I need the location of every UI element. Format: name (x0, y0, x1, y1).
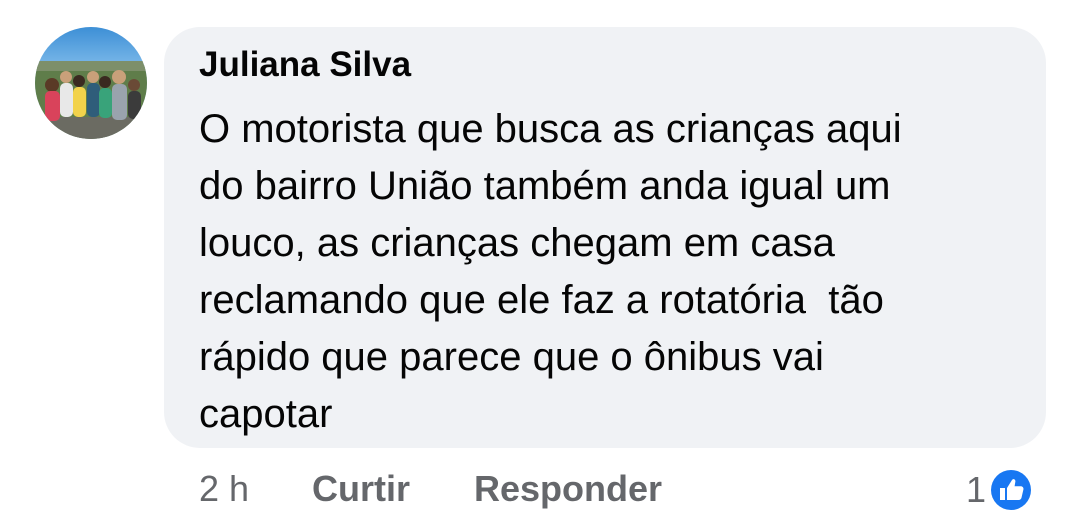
reaction-summary[interactable]: 1 (966, 466, 1034, 514)
comment-text-line: do bairro União também anda igual um (199, 164, 891, 208)
comment-text-line: louco, as crianças chegam em casa (199, 221, 835, 265)
avatar-photo (35, 27, 147, 139)
comment-text-line: rápido que parece que o ônibus vai (199, 335, 824, 379)
comment-text-line: reclamando que ele faz a rotatória tão (199, 278, 884, 322)
comment-bubble: Juliana Silva O motorista que busca as c… (164, 27, 1046, 448)
reply-button[interactable]: Responder (474, 468, 662, 510)
like-button[interactable]: Curtir (312, 468, 410, 510)
author-name[interactable]: Juliana Silva (199, 45, 411, 85)
reaction-count: 1 (966, 469, 987, 510)
comment-text-line: capotar (199, 392, 333, 436)
comment-timestamp[interactable]: 2 h (199, 468, 249, 510)
comment-text: O motorista que busca as crianças aqui d… (199, 101, 1019, 443)
avatar[interactable] (35, 27, 147, 139)
comment-actions: 2 h Curtir Responder 1 (0, 466, 1080, 516)
comment-text-line: O motorista que busca as crianças aqui (199, 107, 902, 151)
comment: Juliana Silva O motorista que busca as c… (0, 0, 1080, 516)
thumbs-up-icon (989, 468, 1034, 512)
